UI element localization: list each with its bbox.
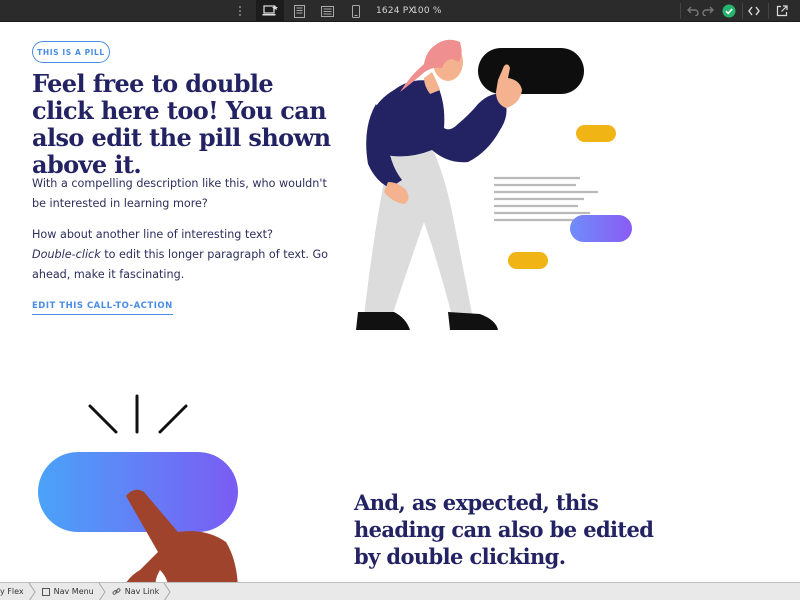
- designer-toolbar: 1624 PX 100 %: [0, 0, 800, 22]
- hero-description-secondary[interactable]: How about another line of interesting te…: [32, 225, 332, 285]
- hand-pressing-button-illustration: [38, 394, 238, 582]
- pill-badge[interactable]: THIS IS A PILL: [32, 41, 110, 63]
- breadcrumb-label: Nav Link: [124, 587, 160, 596]
- breadcrumb-label: Nav Menu: [53, 587, 94, 596]
- toolbar-divider: [768, 3, 769, 19]
- design-canvas: THIS IS A PILL Feel free to double click…: [0, 22, 800, 582]
- breadcrumb-separator-icon: [163, 582, 171, 600]
- breadcrumb-item-nav-menu[interactable]: Nav Menu: [34, 582, 106, 600]
- redo-icon[interactable]: [701, 0, 715, 22]
- mobile-view-icon[interactable]: [348, 0, 364, 22]
- export-icon[interactable]: [774, 0, 790, 22]
- tablet-landscape-icon[interactable]: [318, 0, 336, 22]
- woman-pressing-button-illustration: [356, 39, 632, 330]
- code-icon[interactable]: [746, 0, 762, 22]
- link-icon: [112, 587, 121, 596]
- breadcrumb-label: y Flex: [0, 587, 24, 596]
- toolbar-divider: [680, 3, 681, 19]
- breadcrumb-item-flex[interactable]: y Flex: [0, 582, 36, 600]
- desktop-view-icon[interactable]: [256, 0, 284, 22]
- canvas-width-readout: 1624 PX: [376, 6, 415, 16]
- breadcrumb-item-nav-link[interactable]: Nav Link: [104, 582, 171, 600]
- element-breadcrumb-bar: y Flex Nav Menu Nav Link: [0, 582, 800, 600]
- toolbar-divider: [742, 3, 743, 19]
- zoom-readout[interactable]: 100 %: [412, 0, 442, 22]
- call-to-action-link[interactable]: EDIT THIS CALL-TO-ACTION: [32, 301, 173, 315]
- hero-description[interactable]: With a compelling description like this,…: [32, 174, 332, 214]
- description-emphasis: Double-click: [32, 248, 101, 261]
- hero-heading[interactable]: Feel free to double click here too! You …: [32, 70, 332, 178]
- tablet-view-icon[interactable]: [290, 0, 308, 22]
- box-icon: [41, 587, 50, 596]
- more-vertical-icon[interactable]: [234, 0, 246, 22]
- undo-icon[interactable]: [686, 0, 700, 22]
- publish-check-icon[interactable]: [720, 0, 738, 22]
- description-line: How about another line of interesting te…: [32, 228, 273, 241]
- section-heading[interactable]: And, as expected, this heading can also …: [354, 489, 654, 570]
